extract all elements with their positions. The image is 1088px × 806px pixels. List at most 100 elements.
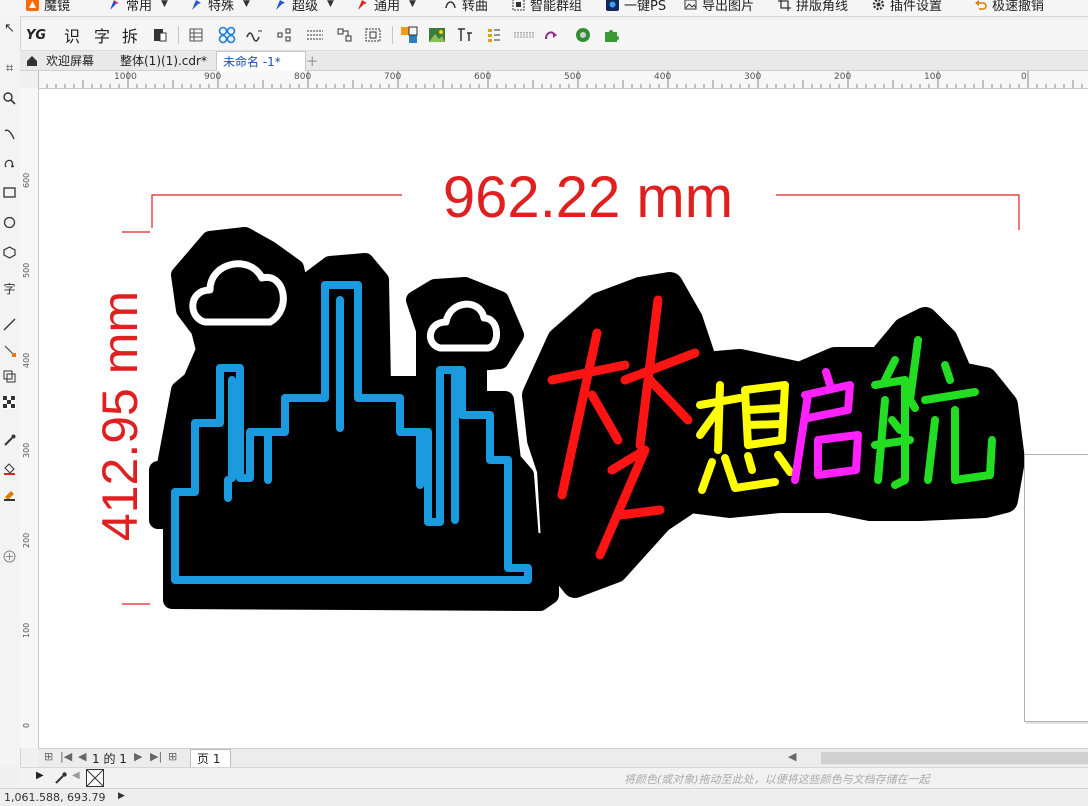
line-tool-icon[interactable] [1,316,18,333]
connector-tool-icon[interactable] [1,342,18,359]
pick-tool-icon[interactable]: ↖ [1,20,18,37]
add-page-icon[interactable]: ⊞ [44,750,53,763]
scroll-left-icon[interactable]: ◀ [788,750,796,763]
polygon-tool-icon[interactable] [1,244,18,261]
rectangle-tool-icon[interactable] [1,184,18,201]
zoom-tool-icon[interactable] [1,90,18,107]
text-button[interactable]: 字 [94,26,110,46]
pen-nib-icon [110,0,119,10]
tab-document-1[interactable]: 整体(1)(1).cdr* [114,51,213,70]
menu-item-ps[interactable]: 一键PS [606,0,666,14]
menu-item-teshu[interactable]: 特殊 ▼ [190,0,250,14]
menu-item-settings[interactable]: 插件设置 [872,0,942,14]
ruler-origin[interactable] [20,71,39,89]
smart-fill-icon[interactable] [1,486,18,503]
list-icon[interactable] [486,26,502,44]
menu-item-mojing[interactable]: 魔镜 [26,0,70,14]
add-page-end-icon[interactable]: ⊞ [168,750,177,763]
eyedropper-icon[interactable] [54,771,68,785]
barcode-icon[interactable] [514,26,534,44]
add-tool-icon[interactable] [1,548,18,565]
menu-item-changyong[interactable]: 常用 ▼ [108,0,168,14]
picture-icon[interactable] [428,26,446,44]
recognize-button[interactable]: 识 [64,26,80,46]
ruler-label: 0 [1021,72,1027,82]
tab-document-untitled[interactable]: 未命名 -1* [216,51,306,71]
color-wheel-icon[interactable] [574,26,592,44]
menu-item-chaoji[interactable]: 超级 ▼ [274,0,334,14]
vertical-ruler[interactable]: 600 500 400 300 200 100 0 [20,88,39,748]
ruler-label: 1000 [114,72,137,82]
status-arrow-icon[interactable]: ▶ [118,791,125,801]
next-page-icon[interactable]: ▶ [134,750,142,763]
wave-icon[interactable] [246,26,264,44]
first-page-icon[interactable]: |◀ [60,750,72,763]
freehand-tool-icon[interactable] [1,126,18,143]
artwork-svg[interactable]: 962.22 mm 412.95 mm [39,89,1088,748]
ruler-label: 200 [22,532,31,548]
chevron-down-icon[interactable]: ▼ [161,0,168,9]
page-tab[interactable]: 页 1 [190,749,232,767]
width-dimension[interactable]: 962.22 mm [151,165,1020,230]
palette-menu-icon[interactable]: ▶ [36,770,44,781]
transparency-tool-icon[interactable] [1,394,18,411]
pattern-icon[interactable] [218,26,236,44]
ruler-label: 400 [654,72,672,82]
tab-welcome[interactable]: 欢迎屏幕 [20,51,100,70]
tab-label: 整体(1)(1).cdr* [120,54,207,68]
menu-item-group[interactable]: 智能群组 [512,0,582,14]
no-color-icon [87,770,103,786]
toolbox: ↖ ⌗ 字 [0,16,21,766]
ruler-label: 600 [22,172,31,188]
shadow-tool-icon[interactable] [1,368,18,385]
menu-item-label: 拼版角线 [796,0,849,14]
ruler-label: 0 [22,722,31,728]
menu-item-label: 转曲 [462,0,489,14]
lines-icon[interactable] [306,26,324,44]
menu-item-label: 极速撤销 [992,0,1045,14]
menu-item-undo[interactable]: 极速撤销 [974,0,1044,14]
menu-item-label: 魔镜 [44,0,71,14]
chevron-down-icon[interactable]: ▼ [409,0,416,9]
chevron-down-icon[interactable]: ▼ [243,0,250,9]
table-icon[interactable] [188,26,204,44]
puzzle-icon[interactable] [602,26,620,44]
fill-tool-icon[interactable] [1,460,18,477]
menu-item-zhuanqu[interactable]: 转曲 [444,0,488,14]
artistic-media-icon[interactable] [1,154,18,171]
color-palette-bar: ▶ ◀ 将颜色(或对象)拖动至此处，以便将这些颜色与文档存储在一起 [20,767,1088,788]
last-page-icon[interactable]: ▶| [150,750,162,763]
no-color-swatch[interactable] [86,769,104,787]
clipboard-icon[interactable] [152,26,168,44]
color-blocks-icon[interactable] [400,26,418,44]
split-button[interactable]: 拆 [122,26,138,46]
ruler-label: 700 [384,72,402,82]
drawing-canvas[interactable]: 962.22 mm 412.95 mm [39,89,1088,748]
ruler-label: 200 [834,72,852,82]
text-tool-icon[interactable]: 字 [1,280,18,297]
align-icon[interactable] [336,26,354,44]
palette-scroll-icon[interactable]: ◀ [72,770,80,781]
select-icon[interactable] [364,26,382,44]
eyedropper-tool-icon[interactable] [1,432,18,449]
chevron-down-icon[interactable]: ▼ [327,0,334,9]
width-dimension-text: 962.22 mm [443,165,733,230]
crop-tool-icon[interactable]: ⌗ [1,60,18,77]
menu-item-export[interactable]: 导出图片 [684,0,754,14]
pen-nib-icon [358,0,367,10]
dots-icon[interactable] [276,26,294,44]
yg-button[interactable]: YG [26,26,46,44]
horizontal-ruler[interactable]: 1000 900 800 700 600 500 400 300 200 100… [38,71,1088,89]
prev-page-icon[interactable]: ◀ [78,750,86,763]
menu-item-tongyong[interactable]: 通用 ▼ [356,0,416,14]
horizontal-scrollbar[interactable] [821,752,1088,764]
height-dimension[interactable]: 412.95 mm [92,231,150,605]
page-counter: 1 的 1 [92,752,127,766]
palette-hint: 将颜色(或对象)拖动至此处，以便将这些颜色与文档存储在一起 [624,773,930,786]
curve-icon [445,0,456,8]
menu-item-crop[interactable]: 拼版角线 [778,0,848,14]
text-align-icon[interactable] [456,26,474,44]
add-tab-button[interactable]: + [300,51,325,70]
ellipse-tool-icon[interactable] [1,214,18,231]
transform-icon[interactable] [544,26,562,44]
